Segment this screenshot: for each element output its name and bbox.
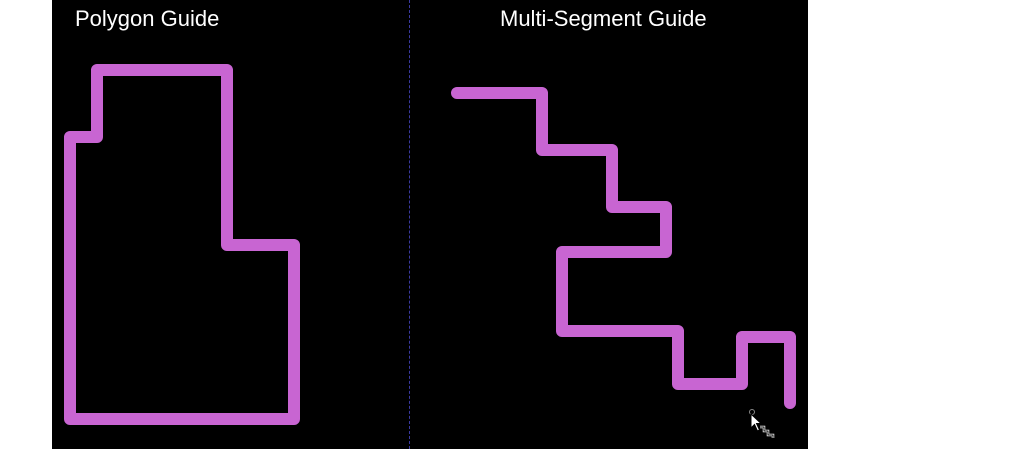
multi-segment-draw-cursor-icon (749, 409, 775, 438)
multi-segment-guide-shape[interactable] (451, 87, 796, 409)
guides-layer (64, 64, 796, 425)
polygon-guide-shape[interactable] (64, 64, 300, 425)
drawing-canvas[interactable]: Polygon Guide Multi-Segment Guide (52, 0, 808, 449)
